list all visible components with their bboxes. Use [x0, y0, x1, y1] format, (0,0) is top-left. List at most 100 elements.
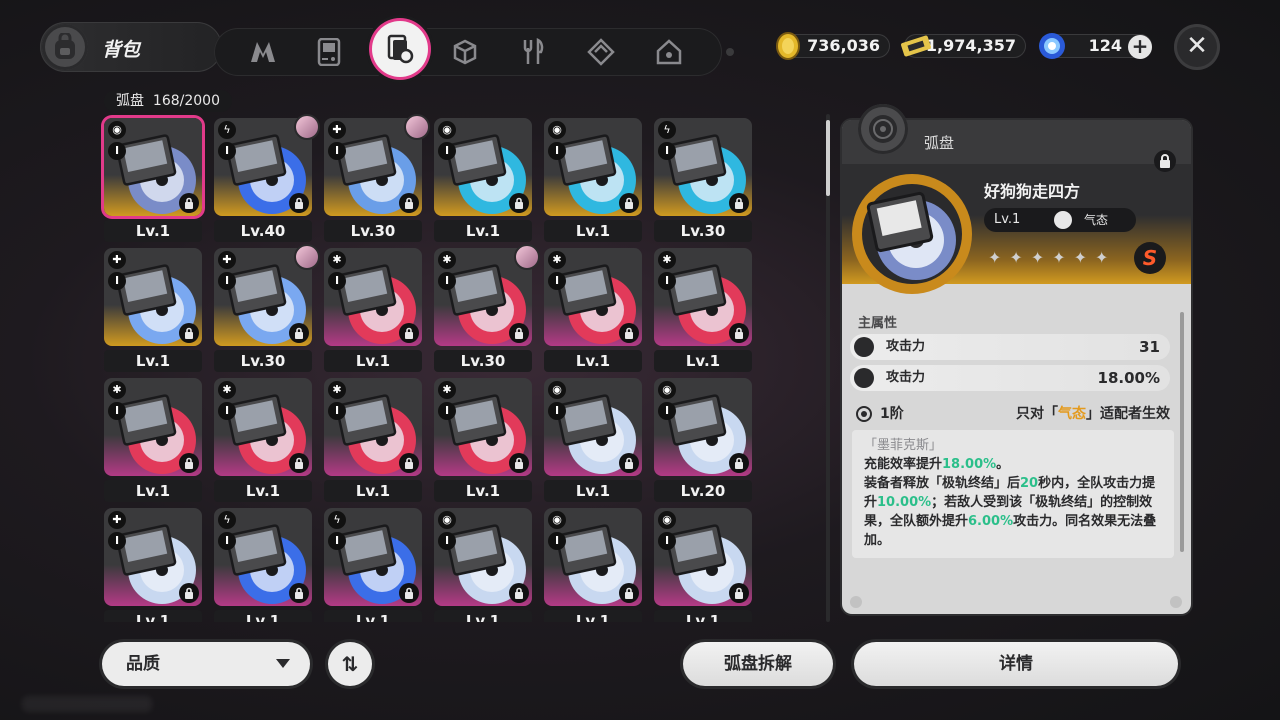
disc-card[interactable]: ◉ I Lv.20	[654, 378, 752, 502]
attribute-icon: ◉	[438, 121, 456, 139]
attribute-icon: ✚	[328, 121, 346, 139]
disc-category-badge	[858, 104, 908, 154]
disc-drive-icon	[387, 34, 414, 64]
tab-drive-disc[interactable]	[372, 21, 428, 77]
main-stat-label: 主属性	[858, 316, 898, 331]
lock-icon[interactable]	[399, 193, 419, 213]
tier-badge: I	[328, 532, 346, 550]
lock-icon[interactable]	[619, 453, 639, 473]
lock-icon[interactable]	[399, 583, 419, 603]
disc-card[interactable]: ✚ I Lv.1	[104, 248, 202, 372]
panel-corner-dot	[1170, 596, 1182, 608]
lock-icon[interactable]	[509, 193, 529, 213]
lock-icon[interactable]	[729, 193, 749, 213]
lock-icon[interactable]	[179, 323, 199, 343]
lock-icon[interactable]	[399, 323, 419, 343]
lock-icon[interactable]	[509, 323, 529, 343]
lock-icon[interactable]	[179, 193, 199, 213]
attack-icon	[854, 368, 874, 388]
lock-icon[interactable]	[289, 193, 309, 213]
detail-scrollbar[interactable]	[1180, 312, 1184, 552]
disc-icon	[869, 115, 897, 143]
disc-card[interactable]: ✱ I Lv.30	[434, 244, 540, 372]
card-level-label: Lv.20	[654, 480, 752, 502]
lock-icon[interactable]	[619, 583, 639, 603]
disc-card[interactable]: ✚ I Lv.1	[104, 508, 202, 622]
tier-badge: I	[548, 402, 566, 420]
lock-icon[interactable]	[289, 583, 309, 603]
lock-icon[interactable]	[729, 453, 749, 473]
add-energy-button[interactable]: +	[1128, 35, 1152, 59]
uid-text-blurred	[22, 696, 152, 712]
tab-n-logo[interactable]	[246, 35, 280, 69]
description-line: 装备者释放「极轨终结」后20秒内，全队攻击力提	[864, 476, 1156, 491]
card-level-label: Lv.1	[104, 480, 202, 502]
lock-icon[interactable]	[509, 453, 529, 473]
close-button[interactable]: ✕	[1174, 24, 1220, 70]
lock-icon[interactable]	[619, 323, 639, 343]
page-title: 背包	[102, 39, 141, 61]
attribute-icon: ✱	[108, 381, 126, 399]
lock-icon[interactable]	[729, 583, 749, 603]
lock-icon[interactable]	[509, 583, 529, 603]
energy-orb-icon	[1039, 33, 1065, 59]
handheld-console-icon	[317, 38, 341, 66]
disc-card[interactable]: ✚ I Lv.30	[324, 114, 430, 242]
set-effect-description: 「墨菲克斯」 充能效率提升18.00%。 装备者释放「极轨终结」后20秒内，全队攻…	[852, 430, 1174, 558]
disc-card[interactable]: ✱ I Lv.1	[654, 248, 752, 372]
lock-toggle-button[interactable]	[1154, 150, 1176, 172]
attribute-icon: ✚	[108, 511, 126, 529]
disc-card[interactable]: ✱ I Lv.1	[324, 248, 422, 372]
card-level-label: Lv.1	[544, 350, 642, 372]
gold-coin-icon	[776, 32, 800, 60]
quality-filter-dropdown[interactable]: 品质	[102, 642, 310, 686]
disc-card[interactable]: ◉ I Lv.1	[544, 508, 642, 622]
ticket-icon	[901, 35, 931, 57]
tab-console[interactable]	[312, 35, 346, 69]
tier-badge: I	[218, 142, 236, 160]
tier-badge: I	[438, 402, 456, 420]
attribute-icon: ✚	[218, 251, 236, 269]
disc-card[interactable]: ✱ I Lv.1	[214, 378, 312, 502]
panel-corner-dot	[850, 596, 862, 608]
disc-card[interactable]: ϟ I Lv.40	[214, 114, 320, 242]
disc-card[interactable]: ϟ I Lv.1	[324, 508, 422, 622]
disc-card[interactable]: ✱ I Lv.1	[544, 248, 642, 372]
disc-card[interactable]: ◉ I Lv.1	[544, 378, 642, 502]
stat-row: 攻击力 18.00%	[850, 365, 1170, 391]
attribute-icon: ✱	[548, 251, 566, 269]
disc-card[interactable]: ✱ I Lv.1	[104, 378, 202, 502]
disc-card[interactable]: ◉ I Lv.1	[434, 118, 532, 242]
disc-card[interactable]: ✚ I Lv.30	[214, 244, 320, 372]
lock-icon[interactable]	[289, 453, 309, 473]
attribute-icon: ϟ	[328, 511, 346, 529]
sort-order-button[interactable]: ⇅	[328, 642, 372, 686]
disc-card[interactable]: ϟ I Lv.1	[214, 508, 312, 622]
card-level-label: Lv.1	[434, 610, 532, 622]
tab-materials[interactable]	[448, 35, 482, 69]
lock-icon[interactable]	[399, 453, 419, 473]
disc-card[interactable]: ◉ I Lv.1	[544, 118, 642, 242]
attribute-icon: ϟ	[218, 511, 236, 529]
description-line: 充能效率提升18.00%。	[864, 457, 1010, 472]
currency-ticket: 1,974,357	[901, 34, 1026, 58]
tier-badge: I	[438, 142, 456, 160]
lock-icon[interactable]	[729, 323, 749, 343]
lock-icon[interactable]	[619, 193, 639, 213]
disc-card[interactable]: ✱ I Lv.1	[324, 378, 422, 502]
grid-scroll-thumb[interactable]	[826, 120, 830, 196]
disc-card[interactable]: ◉ I Lv.1	[654, 508, 752, 622]
details-button[interactable]: 详情	[854, 642, 1178, 686]
disc-card[interactable]: ϟ I Lv.30	[654, 118, 752, 242]
attribute-icon: ✚	[108, 251, 126, 269]
disc-card[interactable]: ◉ I Lv.1	[104, 118, 202, 242]
lock-icon[interactable]	[179, 453, 199, 473]
tab-food[interactable]	[516, 35, 550, 69]
disc-card[interactable]: ◉ I Lv.1	[434, 508, 532, 622]
dismantle-button[interactable]: 弧盘拆解	[683, 642, 833, 686]
tab-home[interactable]	[652, 35, 686, 69]
tab-gear[interactable]	[584, 35, 618, 69]
lock-icon[interactable]	[179, 583, 199, 603]
lock-icon[interactable]	[289, 323, 309, 343]
disc-card[interactable]: ✱ I Lv.1	[434, 378, 532, 502]
